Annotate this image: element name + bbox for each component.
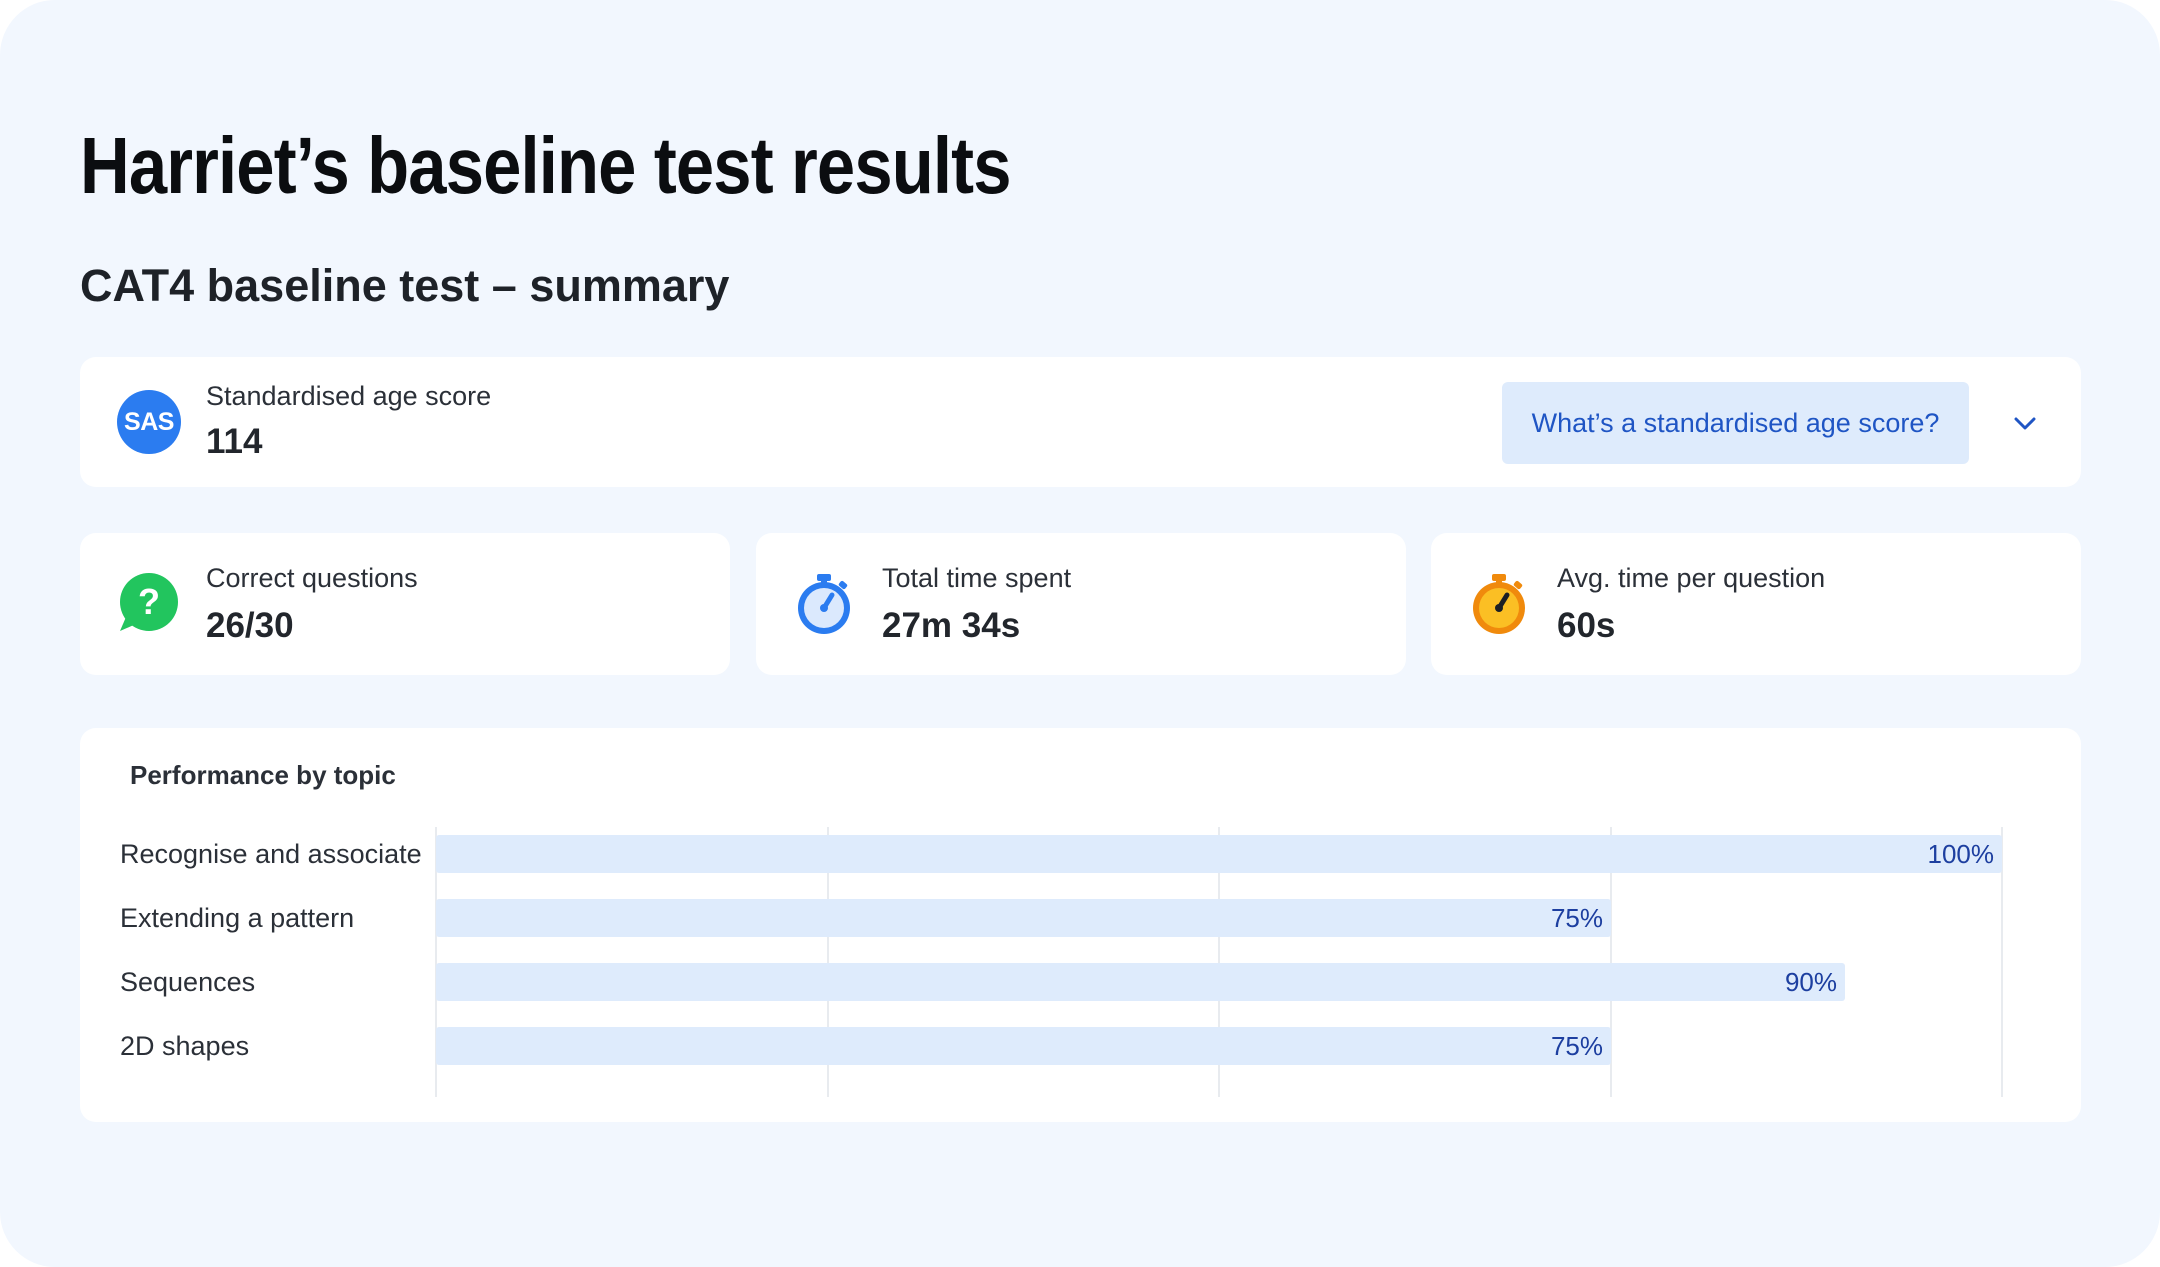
bar-value-label: 75% [1550,903,1603,933]
topic-label: Extending a pattern [120,903,355,933]
bar-value-label: 90% [1784,967,1837,997]
speech-question-icon: ? [120,573,178,631]
topic-bar: 75% [436,899,1611,937]
sas-label: Standardised age score [206,381,492,411]
stat-label: Correct questions [206,563,418,593]
topic-bar: 75% [436,1027,1611,1065]
stat-value: 60s [1557,606,1616,645]
performance-card: Performance by topic Recognise and assoc… [80,728,2081,1122]
stat-value: 27m 34s [882,606,1021,645]
stat-label: Total time spent [882,563,1072,593]
stat-value: 26/30 [206,606,294,645]
stopwatch-icon [798,574,850,634]
sas-help-button[interactable]: What’s a standardised age score? [1502,382,1969,464]
sas-badge-icon: SAS [117,390,181,454]
stat-card-total-time: Total time spent 27m 34s [756,533,1406,675]
topic-label: Sequences [120,967,256,997]
topic-bar: 90% [436,963,1845,1001]
sas-value: 114 [206,422,263,461]
performance-title: Performance by topic [130,760,396,790]
stat-card-correct-questions: ? Correct questions 26/30 [80,533,730,675]
topic-bar: 100% [436,835,2002,873]
results-panel: Harriet’s baseline test results CAT4 bas… [0,0,2160,1267]
bar-value-label: 75% [1550,1031,1603,1061]
topic-label: Recognise and associate [120,839,422,869]
page-title: Harriet’s baseline test results [80,121,1011,210]
stat-label: Avg. time per question [1557,563,1826,593]
sas-card: SAS Standardised age score 114 What’s a … [80,357,2081,487]
topic-label: 2D shapes [120,1031,250,1061]
stat-card-avg-time: Avg. time per question 60s [1431,533,2081,675]
stopwatch-icon [1473,574,1525,634]
bar-value-label: 100% [1927,839,1995,869]
chevron-down-icon[interactable] [2010,409,2040,439]
section-title: CAT4 baseline test – summary [80,260,730,311]
svg-text:?: ? [138,581,160,622]
